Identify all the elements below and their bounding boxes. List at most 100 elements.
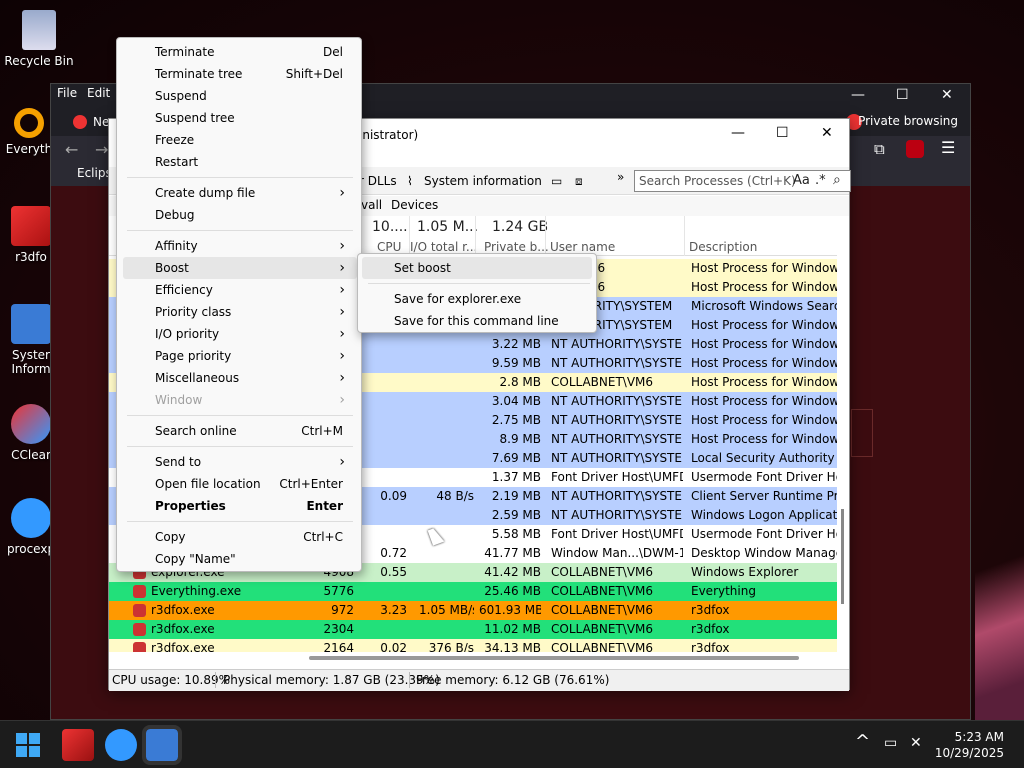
browser-minimize-button[interactable]: — [851, 87, 865, 103]
menu-item-suspend-tree[interactable]: Suspend tree [123, 107, 357, 129]
vertical-scrollbar[interactable] [841, 509, 844, 604]
edit-menu[interactable]: Edit [87, 86, 110, 100]
process-cpu: 0.55 [380, 565, 407, 579]
taskbar-system-info-icon[interactable] [142, 725, 182, 765]
status-divider-2 [409, 672, 410, 688]
procexp-maximize-button[interactable]: ☐ [776, 125, 789, 141]
process-user: COLLABNET\VM6 [551, 641, 654, 652]
col-io[interactable]: I/O total r... [410, 240, 477, 254]
network-icon[interactable]: ▭ [884, 735, 897, 751]
forward-icon[interactable]: → [95, 140, 108, 159]
process-cpu: 3.23 [380, 603, 407, 617]
process-description: Everything [691, 584, 756, 598]
submenu-item-set-boost[interactable]: Set boost [362, 257, 592, 279]
process-row[interactable]: r3dfox.exe 2164 0.02 376 B/s 34.13 MB COLLABN… [109, 639, 837, 652]
menu-item-send-to[interactable]: Send to › [123, 451, 357, 473]
taskbar-clock[interactable]: 5:23 AM 10/29/2025 [935, 729, 1004, 761]
col-divider-4 [684, 216, 685, 256]
menu-item-priority-class[interactable]: Priority class › [123, 301, 357, 323]
menu-item-freeze[interactable]: Freeze [123, 129, 357, 151]
process-cpu: 0.72 [380, 546, 407, 560]
menu-item-boost[interactable]: Boost › [123, 257, 357, 279]
tab-firewall[interactable]: vall [361, 198, 382, 212]
browser-tab[interactable]: Ne [93, 115, 109, 129]
tray-overflow-chevron-icon[interactable]: ^ [855, 731, 870, 752]
menu-item-label: Debug [155, 208, 195, 222]
procexp-close-button[interactable]: ✕ [821, 125, 833, 141]
start-button[interactable] [16, 733, 40, 757]
match-case-icon[interactable]: Aa [793, 173, 810, 188]
menu-item-copy-name[interactable]: Copy "Name" [123, 548, 357, 570]
taskbar-r3dfox-icon[interactable] [62, 729, 94, 761]
search-icon[interactable]: ⌕ [833, 172, 841, 188]
menu-item-label: Freeze [155, 133, 195, 147]
hamburger-menu-icon[interactable]: ☰ [941, 138, 955, 157]
system-information-button[interactable]: System information [424, 174, 542, 188]
menu-item-terminate-tree[interactable]: Terminate tree Shift+Del [123, 63, 357, 85]
col-cpu[interactable]: CPU [377, 240, 401, 254]
process-private-bytes: 3.04 MB [491, 394, 541, 408]
menu-item-create-dump-file[interactable]: Create dump file › [123, 182, 357, 204]
menu-item-efficiency[interactable]: Efficiency › [123, 279, 357, 301]
menu-item-label: Copy "Name" [155, 552, 236, 566]
boost-submenu: Set boost Save for explorer.exe Save for t… [357, 253, 597, 333]
volume-muted-icon[interactable]: ✕ [910, 735, 922, 751]
process-description: Windows Explorer [691, 565, 799, 579]
menu-item-copy[interactable]: Copy Ctrl+C [123, 526, 357, 548]
ccleaner-label: CClear [11, 448, 51, 462]
regex-icon[interactable]: .* [815, 173, 826, 188]
recycle-bin-desktop-icon[interactable]: Recycle Bin [2, 10, 76, 68]
browser-close-button[interactable]: ✕ [941, 87, 953, 103]
col-user[interactable]: User name [550, 240, 615, 254]
process-name: r3dfox.exe [151, 603, 215, 617]
submenu-item-save-for-this-command-line[interactable]: Save for this command line [362, 310, 592, 332]
menu-item-i-o-priority[interactable]: I/O priority › [123, 323, 357, 345]
process-icon [133, 623, 146, 636]
ublock-icon[interactable] [906, 140, 924, 158]
dlls-tab[interactable]: r DLLs [359, 174, 397, 188]
window-find-icon[interactable]: ⧈ [575, 174, 583, 189]
process-io: 376 B/s [428, 641, 474, 652]
tab-devices[interactable]: Devices [391, 198, 438, 212]
menu-item-search-online[interactable]: Search online Ctrl+M [123, 420, 357, 442]
menu-item-label: I/O priority [155, 327, 220, 341]
extensions-icon[interactable]: ⧉ [874, 140, 885, 158]
process-private-bytes: 5.58 MB [491, 527, 541, 541]
col-private[interactable]: Private b... [484, 240, 549, 254]
process-user: Window Man...\DWM-1 [551, 546, 683, 560]
back-icon[interactable]: ← [65, 140, 78, 159]
menu-item-affinity[interactable]: Affinity › [123, 235, 357, 257]
col-desc[interactable]: Description [689, 240, 757, 254]
process-user: Font Driver Host\UMFD- [551, 527, 683, 541]
submenu-item-save-for-explorer-exe[interactable]: Save for explorer.exe [362, 288, 592, 310]
process-io: 1.05 MB/s [419, 603, 474, 617]
search-input[interactable]: Search Processes (Ctrl+K) Aa .* ⌕ [634, 170, 851, 192]
process-name: r3dfox.exe [151, 622, 215, 636]
toolbar-overflow-icon[interactable]: » [617, 170, 624, 184]
file-menu[interactable]: File [57, 86, 77, 100]
menu-item-label: Create dump file [155, 186, 256, 200]
process-row[interactable]: r3dfox.exe 2304 11.02 MB COLLABNET\VM6 r3dfo… [109, 620, 837, 639]
private-total: 1.24 GB [492, 219, 549, 235]
menu-item-restart[interactable]: Restart [123, 151, 357, 173]
taskbar-procexp-icon[interactable] [105, 729, 137, 761]
process-row[interactable]: Everything.exe 5776 25.46 MB COLLABNET\VM6 E… [109, 582, 837, 601]
menu-item-miscellaneous[interactable]: Miscellaneous › [123, 367, 357, 389]
window-icon[interactable]: ▭ [551, 174, 562, 188]
bookmark-eclipse[interactable]: Eclips [77, 166, 112, 180]
menu-item-properties[interactable]: Properties Enter [123, 495, 357, 517]
procexp-minimize-button[interactable]: — [731, 125, 745, 141]
menu-item-suspend[interactable]: Suspend [123, 85, 357, 107]
process-description: Host Process for Windows S [691, 356, 837, 370]
horizontal-scrollbar[interactable] [309, 656, 799, 660]
menu-item-open-file-location[interactable]: Open file location Ctrl+Enter [123, 473, 357, 495]
menu-item-label: Copy [155, 530, 186, 544]
menu-item-label: Suspend [155, 89, 207, 103]
menu-item-debug[interactable]: Debug [123, 204, 357, 226]
process-user: NT AUTHORITY\SYSTEM [551, 508, 683, 522]
browser-maximize-button[interactable]: ☐ [896, 87, 909, 103]
menu-item-terminate[interactable]: Terminate Del [123, 41, 357, 63]
recycle-bin-label: Recycle Bin [4, 54, 74, 68]
menu-item-page-priority[interactable]: Page priority › [123, 345, 357, 367]
process-row[interactable]: r3dfox.exe 972 3.23 1.05 MB/s 601.93 MB COLLA… [109, 601, 837, 620]
